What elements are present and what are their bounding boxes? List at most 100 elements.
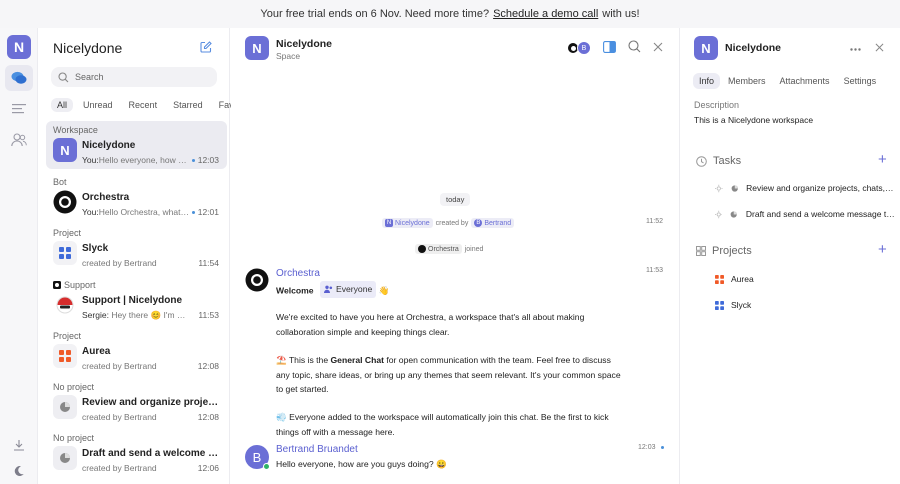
- chat-name: Review and organize projects, chats, and…: [82, 397, 222, 408]
- message-paragraph: ⛱️ This is the General Chat for open com…: [276, 355, 621, 394]
- tab-info[interactable]: Info: [693, 73, 721, 89]
- chat-name: Support | Nicelydone: [82, 295, 183, 306]
- chat-name: Slyck: [82, 243, 109, 254]
- chat-item-orchestra[interactable]: Bot Orchestra You:Hello Orchestra, what …: [46, 173, 227, 221]
- download-button[interactable]: [5, 432, 33, 458]
- message-author[interactable]: Bertrand Bruandet: [276, 444, 358, 455]
- filter-recent[interactable]: Recent: [123, 98, 164, 112]
- chat-preview: You:Hello Orchestra, what can you do?: [82, 207, 190, 217]
- more-options-button[interactable]: [850, 39, 861, 54]
- task-pie-icon: [60, 453, 70, 463]
- chat-bubbles-icon: [11, 71, 27, 84]
- panel-toggle-button[interactable]: [603, 40, 616, 56]
- workspace-pill[interactable]: N Nicelydone: [382, 218, 433, 228]
- filter-starred[interactable]: Starred: [167, 98, 209, 112]
- tab-attachments[interactable]: Attachments: [774, 73, 836, 89]
- search-input[interactable]: Search: [51, 67, 217, 87]
- message-paragraph: 💨 Everyone added to the workspace will a…: [276, 412, 609, 437]
- theme-toggle[interactable]: [5, 458, 33, 484]
- message-paragraph: Hello everyone, how are you guys doing? …: [276, 459, 447, 469]
- chat-preview: created by Bertrand: [82, 463, 157, 473]
- group-label: Workspace: [53, 125, 98, 135]
- project-item-slyck[interactable]: Slyck: [715, 300, 751, 310]
- welcome-line: Welcome Everyone 👋: [276, 281, 626, 298]
- schedule-demo-link[interactable]: Schedule a demo call: [493, 8, 598, 20]
- task-avatar: [53, 395, 77, 419]
- chat-item-aurea[interactable]: Project Aurea created by Bertrand 12:08: [46, 327, 227, 375]
- tasks-header: Tasks: [696, 155, 741, 167]
- user-avatar[interactable]: B: [245, 445, 270, 470]
- group-label: Support: [53, 280, 96, 290]
- chat-header-tools: B: [566, 40, 663, 56]
- tab-settings[interactable]: Settings: [838, 73, 883, 89]
- chat-filters: All Unread Recent Starred Favorite: [51, 98, 257, 112]
- search-icon: [58, 71, 69, 82]
- task-item[interactable]: Draft and send a welcome message to the …: [715, 209, 895, 219]
- add-task-button[interactable]: +: [878, 151, 887, 168]
- support-avatar: [53, 293, 77, 317]
- project-item-aurea[interactable]: Aurea: [715, 274, 754, 284]
- group-label: Project: [53, 228, 82, 238]
- chat-time: 12:01: [191, 207, 219, 217]
- user-pill[interactable]: B Bertrand: [471, 218, 515, 228]
- chat-preview: created by Bertrand: [82, 258, 157, 268]
- chat-preview: created by Bertrand: [82, 361, 157, 371]
- description-text: This is a Nicelydone workspace: [694, 115, 814, 125]
- details-tabs: Info Members Attachments Settings: [693, 73, 882, 89]
- trial-banner: Your free trial ends on 6 Nov. Need more…: [0, 0, 900, 28]
- task-avatar: [53, 446, 77, 470]
- grid-icon: [59, 350, 71, 362]
- everyone-mention[interactable]: Everyone: [319, 281, 377, 298]
- chats-nav-button[interactable]: [5, 65, 33, 91]
- bot-pill[interactable]: Orchestra: [415, 244, 462, 254]
- chat-item-nicelydone[interactable]: Workspace N Nicelydone You:Hello everyon…: [46, 121, 227, 169]
- search-chat-button[interactable]: [628, 40, 641, 56]
- system-created-message: N Nicelydone created by B Bertrand: [382, 218, 515, 228]
- task-item[interactable]: Review and organize projects, chats, and…: [715, 183, 895, 193]
- trial-banner-suffix: with us!: [602, 8, 640, 20]
- workspace-logo[interactable]: N: [7, 35, 31, 59]
- details-panel: N Nicelydone Info Members Attachments Se…: [679, 28, 900, 484]
- participants-button[interactable]: B: [566, 41, 591, 55]
- orchestra-logo-icon: [53, 190, 77, 214]
- people-icon: [11, 133, 27, 147]
- chat-preview: Sergie: Hey there 😊 I'm Sergie from Nice…: [82, 310, 190, 320]
- chat-item-review-task[interactable]: No project Review and organize projects,…: [46, 378, 227, 426]
- sidebar-title: Nicelydone: [53, 40, 123, 56]
- slyck-avatar: [53, 241, 77, 265]
- chat-name: Orchestra: [82, 192, 130, 203]
- support-icon: [56, 296, 74, 314]
- chat-item-support[interactable]: Support Support | Nicelydone Sergie: Hey…: [46, 276, 227, 324]
- chat-time: 11:53: [198, 310, 219, 320]
- chat-preview: created by Bertrand: [82, 412, 157, 422]
- group-label: No project: [53, 433, 95, 443]
- chat-name: Draft and send a welcome message to the …: [82, 448, 222, 459]
- close-icon: [653, 42, 663, 51]
- people-icon: [323, 285, 333, 294]
- tasks-nav-button[interactable]: [5, 96, 33, 122]
- download-icon: [14, 440, 24, 451]
- tab-members[interactable]: Members: [722, 73, 772, 89]
- add-project-button[interactable]: +: [878, 241, 887, 258]
- unread-dot: [660, 446, 664, 449]
- clock-icon: [696, 155, 707, 167]
- chat-header-subtitle: Space: [276, 51, 301, 61]
- app-rail: N: [0, 28, 38, 484]
- orchestra-avatar[interactable]: [245, 268, 269, 292]
- chat-name: Nicelydone: [82, 140, 136, 151]
- close-details-button[interactable]: [875, 43, 884, 55]
- chat-item-draft-task[interactable]: No project Draft and send a welcome mess…: [46, 429, 227, 477]
- task-pie-icon: [60, 402, 70, 412]
- chat-time: 12:08: [197, 361, 219, 371]
- chat-item-slyck[interactable]: Project Slyck created by Bertrand 11:54: [46, 224, 227, 272]
- compose-button[interactable]: [200, 41, 212, 56]
- chat-time: 12:06: [197, 463, 219, 473]
- message-author[interactable]: Orchestra: [276, 268, 320, 279]
- filter-unread[interactable]: Unread: [77, 98, 119, 112]
- close-chat-button[interactable]: [653, 42, 663, 55]
- chat-time: 11:54: [198, 258, 219, 268]
- group-label: No project: [53, 382, 95, 392]
- members-nav-button[interactable]: [5, 127, 33, 153]
- chat-header-avatar: N: [245, 36, 269, 60]
- filter-all[interactable]: All: [51, 98, 74, 112]
